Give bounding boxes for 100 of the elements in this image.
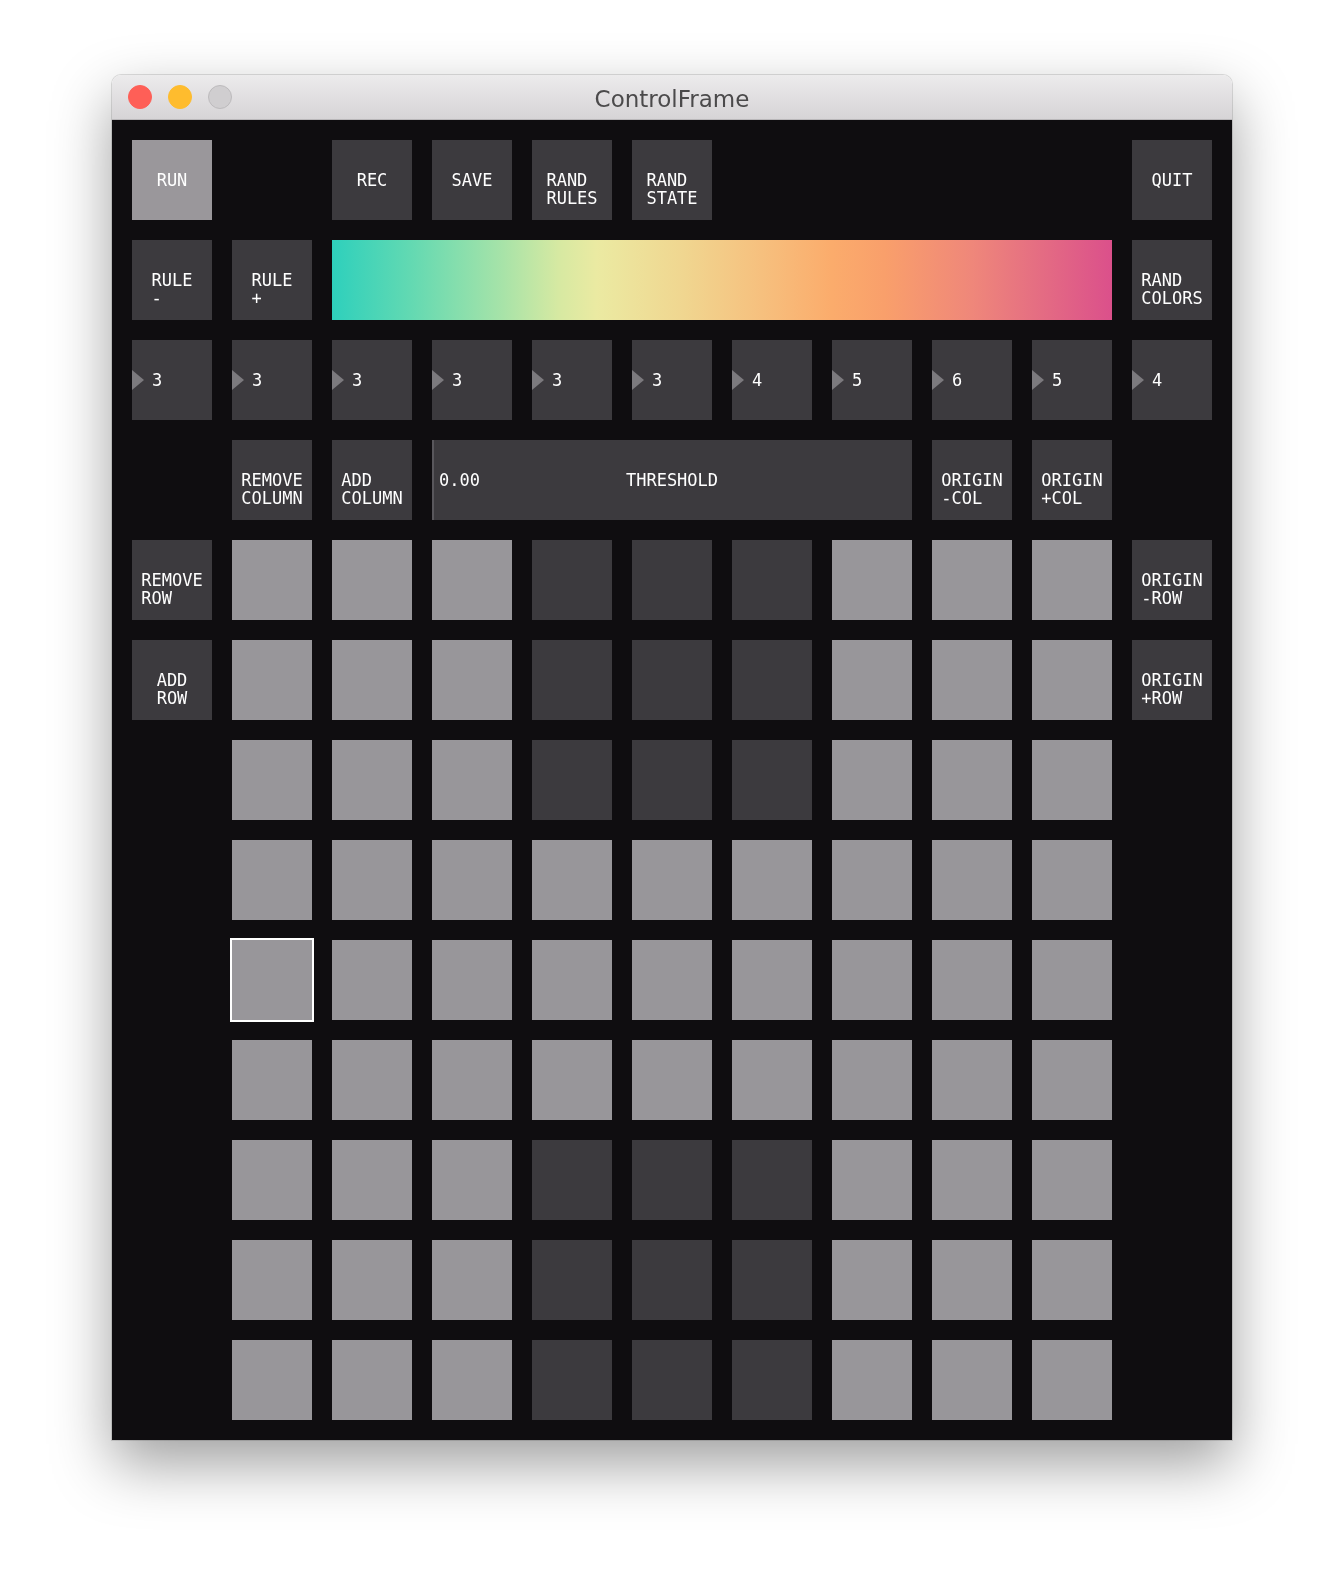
rand-colors-button[interactable]: RAND COLORS [1132, 240, 1212, 320]
grid-cell[interactable] [432, 940, 512, 1020]
grid-cell[interactable] [1032, 1140, 1112, 1220]
grid-cell[interactable] [532, 840, 612, 920]
grid-cell[interactable] [632, 940, 712, 1020]
close-icon[interactable] [128, 85, 152, 109]
grid-cell[interactable] [732, 540, 812, 620]
grid-cell[interactable] [832, 640, 912, 720]
grid-cell[interactable] [732, 940, 812, 1020]
grid-cell[interactable] [232, 740, 312, 820]
grid-cell[interactable] [432, 1140, 512, 1220]
grid-cell[interactable] [632, 1240, 712, 1320]
grid-cell[interactable] [732, 840, 812, 920]
number-box[interactable]: 3 [432, 340, 512, 420]
grid-cell[interactable] [1032, 940, 1112, 1020]
grid-cell[interactable] [432, 740, 512, 820]
grid-cell[interactable] [632, 1140, 712, 1220]
origin-row-button[interactable]: ORIGIN +ROW [1132, 640, 1212, 720]
grid-cell[interactable] [932, 640, 1012, 720]
column-button[interactable]: ADD COLUMN [332, 440, 412, 520]
grid-cell[interactable] [932, 540, 1012, 620]
grid-cell[interactable] [832, 1340, 912, 1420]
grid-cell[interactable] [232, 640, 312, 720]
grid-cell[interactable] [932, 1240, 1012, 1320]
grid-cell[interactable] [532, 1140, 612, 1220]
grid-cell[interactable] [332, 1040, 412, 1120]
grid-cell[interactable] [732, 640, 812, 720]
grid-cell[interactable] [532, 1240, 612, 1320]
grid-cell[interactable] [332, 540, 412, 620]
grid-cell[interactable] [532, 740, 612, 820]
grid-cell[interactable] [932, 840, 1012, 920]
number-box[interactable]: 5 [1032, 340, 1112, 420]
number-box[interactable]: 3 [332, 340, 412, 420]
grid-cell[interactable] [532, 1340, 612, 1420]
grid-cell[interactable] [332, 740, 412, 820]
grid-cell[interactable] [1032, 740, 1112, 820]
grid-cell[interactable] [732, 740, 812, 820]
number-box[interactable]: 3 [632, 340, 712, 420]
grid-cell[interactable] [432, 840, 512, 920]
toolbar-button[interactable]: RAND STATE [632, 140, 712, 220]
grid-cell[interactable] [232, 840, 312, 920]
column-button[interactable]: REMOVE COLUMN [232, 440, 312, 520]
grid-cell[interactable] [832, 540, 912, 620]
quit-button[interactable]: QUIT [1132, 140, 1212, 220]
number-box[interactable]: 6 [932, 340, 1012, 420]
grid-cell[interactable] [332, 640, 412, 720]
grid-cell[interactable] [632, 840, 712, 920]
grid-cell[interactable] [832, 1140, 912, 1220]
number-box[interactable]: 4 [1132, 340, 1212, 420]
grid-cell[interactable] [232, 540, 312, 620]
grid-cell[interactable] [232, 1240, 312, 1320]
grid-cell[interactable] [732, 1240, 812, 1320]
grid-cell[interactable] [932, 1340, 1012, 1420]
minimize-icon[interactable] [168, 85, 192, 109]
grid-cell[interactable] [532, 640, 612, 720]
grid-cell[interactable] [332, 1340, 412, 1420]
grid-cell[interactable] [232, 1140, 312, 1220]
rule-button[interactable]: RULE + [232, 240, 312, 320]
grid-cell[interactable] [1032, 840, 1112, 920]
grid-cell[interactable] [632, 1040, 712, 1120]
grid-cell[interactable] [432, 540, 512, 620]
grid-cell[interactable] [432, 1040, 512, 1120]
grid-cell[interactable] [832, 940, 912, 1020]
grid-cell[interactable] [732, 1340, 812, 1420]
grid-cell[interactable] [932, 1040, 1012, 1120]
grid-cell[interactable] [932, 740, 1012, 820]
grid-cell[interactable] [732, 1040, 812, 1120]
toolbar-button[interactable]: SAVE [432, 140, 512, 220]
grid-cell[interactable] [632, 1340, 712, 1420]
grid-cell[interactable] [332, 1140, 412, 1220]
grid-cell[interactable] [632, 640, 712, 720]
grid-cell[interactable] [432, 1240, 512, 1320]
grid-cell[interactable] [232, 1040, 312, 1120]
origin-row-button[interactable]: ORIGIN -ROW [1132, 540, 1212, 620]
grid-cell[interactable] [932, 940, 1012, 1020]
origin-column-button[interactable]: ORIGIN -COL [932, 440, 1012, 520]
row-button[interactable]: ADD ROW [132, 640, 212, 720]
origin-column-button[interactable]: ORIGIN +COL [1032, 440, 1112, 520]
row-button[interactable]: REMOVE ROW [132, 540, 212, 620]
grid-cell[interactable] [1032, 640, 1112, 720]
grid-cell[interactable] [332, 940, 412, 1020]
toolbar-button[interactable]: RAND RULES [532, 140, 612, 220]
grid-cell[interactable] [932, 1140, 1012, 1220]
number-box[interactable]: 3 [532, 340, 612, 420]
toolbar-button[interactable]: REC [332, 140, 412, 220]
number-box[interactable]: 3 [132, 340, 212, 420]
grid-cell[interactable] [332, 840, 412, 920]
grid-cell[interactable] [532, 1040, 612, 1120]
grid-cell[interactable] [232, 1340, 312, 1420]
number-box[interactable]: 3 [232, 340, 312, 420]
grid-cell[interactable] [432, 640, 512, 720]
grid-cell[interactable] [732, 1140, 812, 1220]
grid-cell[interactable] [432, 1340, 512, 1420]
rule-button[interactable]: RULE - [132, 240, 212, 320]
grid-cell[interactable] [532, 540, 612, 620]
grid-cell[interactable] [230, 938, 314, 1022]
grid-cell[interactable] [1032, 1240, 1112, 1320]
grid-cell[interactable] [632, 740, 712, 820]
grid-cell[interactable] [632, 540, 712, 620]
grid-cell[interactable] [332, 1240, 412, 1320]
